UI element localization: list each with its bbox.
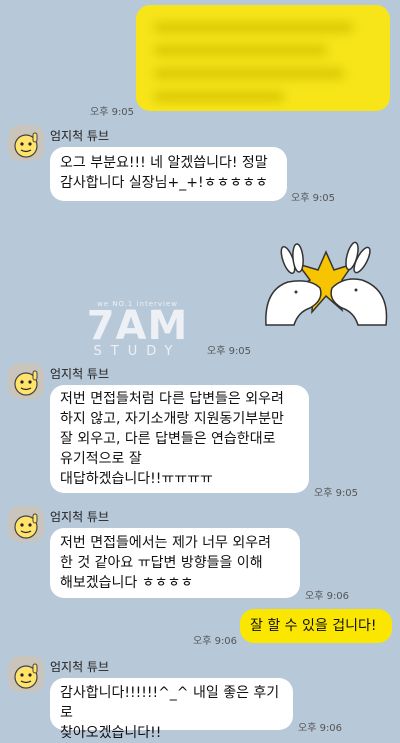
message-time: 오후 9:05 <box>291 193 336 204</box>
message-line: 오그 부분요!!! 네 알겠씁니다! 정말 <box>60 155 268 171</box>
tube-character-icon <box>14 132 38 158</box>
tube-character-icon <box>14 513 38 539</box>
incoming-message-bubble[interactable]: 저번 면접들처럼 다른 답변들은 외우려 하지 않고, 자기소개랑 지원동기부분… <box>50 385 309 493</box>
tube-character-icon <box>14 663 38 689</box>
message-line: 하지 않고, 자기소개랑 지원동기부분만 <box>60 411 284 427</box>
incoming-message-bubble[interactable]: 저번 면접들에서는 제가 너무 외우려 한 것 같아요 ㅠ답변 방향들을 이해 … <box>50 528 300 598</box>
sender-name: 엄지척 튜브 <box>50 129 110 143</box>
message-time: 오후 9:05 <box>207 346 252 357</box>
message-time: 오후 9:05 <box>314 488 359 499</box>
watermark-logo: we NO.1 interview 7AM STUDY <box>80 300 195 359</box>
high-five-rabbits-sticker[interactable] <box>258 240 394 330</box>
message-line: 유기적으로 잘 <box>60 451 142 467</box>
message-line: 잘 외우고, 다른 답변들은 연습한대로 <box>60 431 276 447</box>
blurred-outgoing-message[interactable] <box>136 5 390 111</box>
message-line: 한 것 같아요 ㅠ답변 방향들을 이해 <box>60 555 263 571</box>
message-line: 저번 면접들에서는 제가 너무 외우려 <box>60 535 271 551</box>
avatar[interactable] <box>8 363 44 399</box>
message-line: 저번 면접들처럼 다른 답변들은 외우려 <box>60 391 284 407</box>
sender-name: 엄지척 튜브 <box>50 660 110 674</box>
message-line: 대답하겠습니다!!ㅠㅠㅠㅠ <box>60 471 213 487</box>
tube-character-icon <box>14 370 38 396</box>
rabbit-sticker-icon <box>265 241 388 326</box>
outgoing-message-bubble[interactable]: 잘 할 수 있을 겁니다! <box>240 609 392 643</box>
message-time: 오후 9:06 <box>305 591 350 602</box>
message-line: 해보겠습니다 ㅎㅎㅎㅎ <box>60 575 194 591</box>
sender-name: 엄지척 튜브 <box>50 367 110 381</box>
message-time: 오후 9:06 <box>193 636 238 647</box>
incoming-message-bubble[interactable]: 감사합니다!!!!!!^_^ 내일 좋은 후기로 찾아오겠습니다!! <box>50 678 293 741</box>
message-time: 오후 9:06 <box>298 723 343 734</box>
incoming-message-bubble[interactable]: 오그 부분요!!! 네 알겠씁니다! 정말 감사합니다 실장님+_+!ㅎㅎㅎㅎㅎ <box>50 147 287 201</box>
message-line: 감사합니다!!!!!!^_^ 내일 좋은 후기로 <box>60 685 280 721</box>
blurred-text <box>154 17 370 102</box>
avatar[interactable] <box>8 125 44 161</box>
message-line: 찾아오겠습니다!! <box>60 725 162 741</box>
watermark-main-text: 7AM <box>86 303 189 349</box>
message-line: 잘 할 수 있을 겁니다! <box>250 618 377 634</box>
watermark-sub-text: STUDY <box>93 344 182 359</box>
avatar[interactable] <box>8 656 44 692</box>
avatar[interactable] <box>8 506 44 542</box>
message-line: 감사합니다 실장님+_+!ㅎㅎㅎㅎㅎ <box>60 175 268 191</box>
sender-name: 엄지척 튜브 <box>50 510 110 524</box>
message-time: 오후 9:05 <box>90 107 135 118</box>
